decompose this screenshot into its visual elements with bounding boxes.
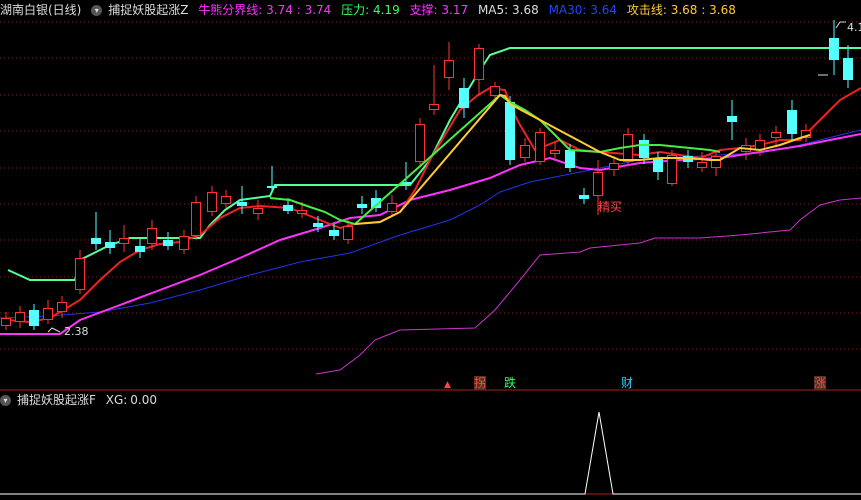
candle-body: [57, 302, 67, 312]
indicator-menu-button[interactable]: ▾: [91, 5, 103, 16]
candle-body: [653, 158, 663, 172]
signal-guai: 拐: [474, 376, 487, 390]
price-high-label: 4.1: [847, 21, 861, 34]
legend-attack: 攻击线: 3.68 : 3.68: [626, 3, 736, 17]
bull-bear-line: [0, 133, 861, 335]
candle-body: [119, 238, 129, 244]
candle-body: [147, 228, 157, 244]
candle-body: [505, 102, 515, 160]
candle-body: [474, 48, 484, 80]
candle-body: [313, 223, 323, 227]
candle-body: [843, 58, 853, 80]
candle-body: [1, 318, 11, 326]
candle-body: [283, 205, 293, 211]
candle-body: [297, 210, 307, 214]
candle-body: [459, 88, 469, 108]
candle-body: [550, 150, 560, 154]
main-price-chart[interactable]: [0, 0, 861, 500]
high-price-pointer: [835, 21, 846, 29]
candle-body: [91, 238, 101, 244]
candle-body: [105, 242, 115, 248]
xg-signal-line: [0, 411, 861, 495]
candle-body: [387, 203, 397, 212]
candle-body: [579, 195, 589, 199]
sub-panel-header: ▾ 捕捉妖股起涨F XG: 0.00: [0, 390, 163, 410]
candle-body: [207, 192, 217, 212]
candle-body: [444, 60, 454, 78]
xg-value: 0.00: [130, 393, 158, 407]
candle-body: [329, 230, 339, 236]
candle-body: [711, 156, 721, 168]
candle-body: [267, 186, 277, 188]
candle-body: [535, 132, 545, 162]
candle-body: [221, 196, 231, 204]
candle-body: [771, 132, 781, 138]
main-panel-header: 湖南白银(日线) ▾ 捕捉妖股起涨Z 牛熊分界线: 3.74 : 3.74 压力:…: [0, 0, 742, 20]
legend-bull-bear: 牛熊分界线: 3.74 : 3.74: [198, 3, 332, 17]
indicator-name[interactable]: 捕捉妖股起涨Z: [108, 3, 188, 17]
buy-signal-label: 精买: [598, 200, 623, 214]
candle-body: [253, 208, 263, 214]
legend-support: 支撑: 3.17: [409, 3, 469, 17]
legend-resistance: 压力: 4.19: [341, 3, 400, 17]
low-price-pointer: [47, 327, 61, 333]
candle-body: [43, 308, 53, 320]
signal-up-arrow-icon: ▲: [444, 380, 451, 390]
candle-body: [29, 310, 39, 326]
trend-line-red: [7, 86, 861, 324]
xg-label: XG:: [105, 393, 128, 407]
support-line: [315, 197, 861, 375]
signal-zhang: 涨: [814, 376, 827, 390]
candle-body: [727, 116, 737, 122]
candle-body: [191, 202, 201, 236]
candle-body: [15, 312, 25, 322]
stock-title: 湖南白银(日线): [0, 3, 82, 17]
candle-body: [755, 140, 765, 150]
candle-body: [179, 236, 189, 250]
signal-die: 跌: [504, 376, 517, 390]
candle-body: [593, 172, 603, 196]
legend-ma5: MA5: 3.68: [477, 3, 539, 17]
candle-body: [343, 226, 353, 240]
candle-body: [357, 204, 367, 208]
candle-body: [829, 38, 839, 60]
candle-body: [237, 202, 247, 206]
candle-body: [429, 104, 439, 110]
candle-body: [520, 145, 530, 158]
price-low-label: 2.38: [64, 325, 89, 338]
candle-body: [135, 246, 145, 252]
candle-body: [697, 162, 707, 168]
candle-body: [163, 240, 173, 246]
candle-body: [415, 124, 425, 162]
candle-body: [787, 110, 797, 134]
candle-body: [490, 86, 500, 96]
candle-body: [75, 258, 85, 290]
candle-body: [609, 163, 619, 170]
sub-indicator-name[interactable]: 捕捉妖股起涨F: [17, 393, 96, 407]
signal-cai: 财: [621, 376, 634, 390]
candle-body: [565, 150, 575, 168]
candle-body: [639, 140, 649, 158]
legend-ma30: MA30: 3.64: [548, 3, 617, 17]
sub-indicator-menu-button[interactable]: ▾: [0, 395, 11, 406]
candle-body: [667, 155, 677, 184]
